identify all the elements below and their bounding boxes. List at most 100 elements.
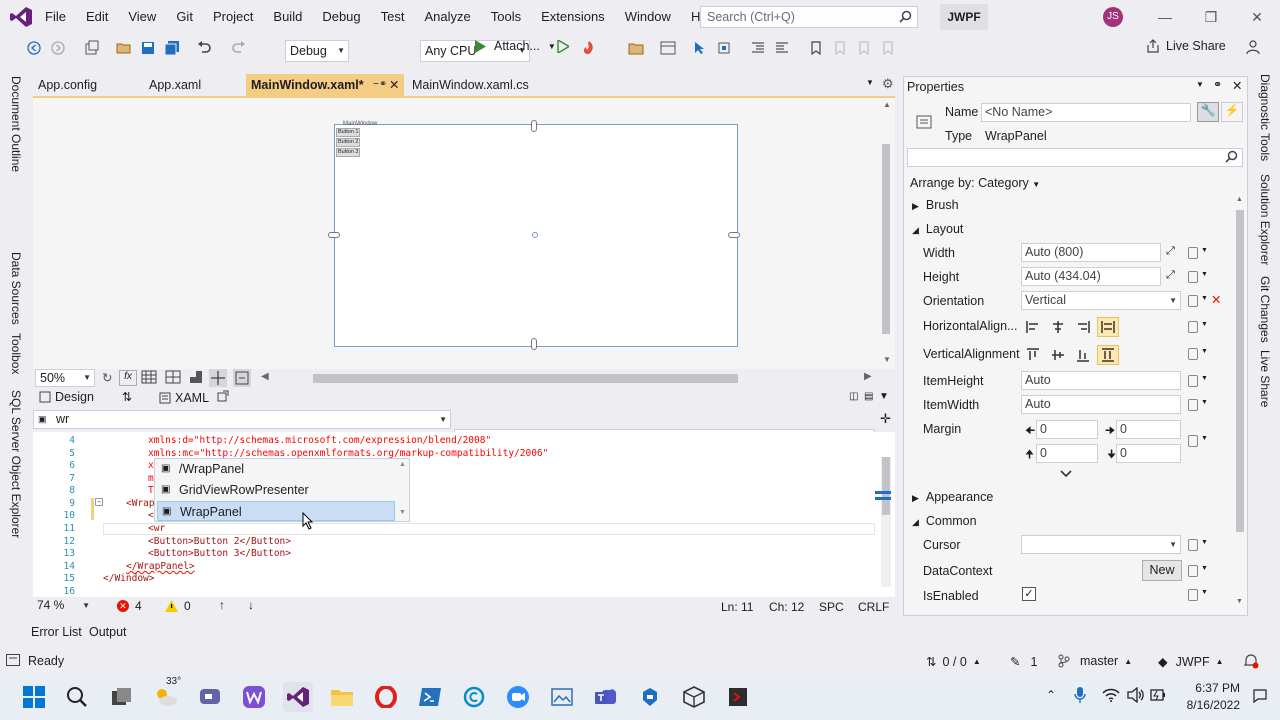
auto-size-icon[interactable]: ⤢	[1166, 269, 1175, 282]
margin-right-input[interactable]: 0	[1116, 420, 1181, 439]
azure-devops-icon[interactable]	[635, 682, 665, 712]
close-button[interactable]: ✕	[1234, 0, 1280, 34]
repository-selector[interactable]: ◆ JWPF ▲	[1158, 654, 1224, 670]
completion-item[interactable]: ▣ GridViewRowPresenter	[157, 480, 395, 500]
tab-sql-server-object-explorer[interactable]: SQL Server Object Explorer	[9, 390, 23, 538]
split-editor-icon[interactable]: ✛	[880, 411, 891, 427]
tab-list-dropdown-icon[interactable]: ▼	[866, 78, 874, 87]
next-bookmark-icon[interactable]	[854, 38, 874, 58]
orientation-select[interactable]: Vertical ▼	[1021, 291, 1181, 310]
tab-live-share[interactable]: Live Share	[1258, 350, 1272, 407]
tab-toolbox[interactable]: Toolbox	[9, 333, 23, 374]
start-without-debug-icon[interactable]	[557, 40, 569, 53]
designer-button-3[interactable]: Button 3	[336, 148, 360, 157]
indent-icon[interactable]	[748, 38, 768, 58]
back-icon[interactable]	[24, 38, 44, 58]
chevron-down-icon[interactable]: ▼	[1201, 321, 1208, 328]
menu-git[interactable]: Git	[166, 0, 203, 34]
reset-value-icon[interactable]: ✕	[1211, 292, 1221, 307]
code-vscrollbar[interactable]	[875, 457, 891, 587]
window-artboard[interactable]: MainWindow Button 1 Button 2 Button 3	[328, 120, 740, 350]
scroll-up-icon[interactable]: ▲	[399, 461, 406, 468]
configuration-select[interactable]: Debug ▼	[285, 40, 349, 62]
tab-git-changes[interactable]: Git Changes	[1258, 276, 1272, 343]
valign-center-icon[interactable]	[1047, 345, 1069, 365]
tab-mainwindow-xaml-cs[interactable]: MainWindow.xaml.cs	[407, 74, 567, 96]
close-panel-icon[interactable]: ✕	[1232, 78, 1242, 93]
microphone-icon[interactable]	[1074, 686, 1086, 704]
task-view-icon[interactable]	[107, 682, 137, 712]
design-tab[interactable]: Design	[39, 390, 94, 404]
editor-zoom-select[interactable]: 74 % ▼	[33, 598, 93, 615]
vs-logo-icon[interactable]	[10, 7, 32, 27]
section-appearance[interactable]: ▶ Appearance	[912, 490, 993, 504]
save-all-icon[interactable]	[162, 38, 182, 58]
layout-icon[interactable]	[658, 38, 678, 58]
scroll-down-icon[interactable]: ▼	[399, 509, 406, 516]
tab-diagnostic-tools[interactable]: Diagnostic Tools	[1258, 74, 1272, 161]
app-c-icon[interactable]	[459, 682, 489, 712]
live-share-button[interactable]: Live Share	[1146, 39, 1226, 53]
hscroll-left-icon[interactable]: ◀	[261, 371, 269, 382]
advanced-options-icon[interactable]	[1188, 321, 1198, 333]
height-input[interactable]: Auto (434.04)	[1021, 267, 1161, 286]
tab-solution-explorer[interactable]: Solution Explorer	[1258, 174, 1272, 265]
branch-selector[interactable]: master ▲	[1058, 654, 1132, 668]
grid-icon[interactable]	[141, 370, 157, 384]
minimize-button[interactable]: —	[1142, 0, 1188, 34]
app-w-icon[interactable]	[239, 682, 269, 712]
menu-tools[interactable]: Tools	[481, 0, 531, 34]
margin-bottom-input[interactable]: 0	[1116, 444, 1181, 463]
valign-stretch-icon[interactable]	[1097, 345, 1119, 365]
source-changes[interactable]: ⇅ 0 / 0 ▲	[926, 654, 981, 670]
advanced-options-icon[interactable]	[1188, 271, 1198, 283]
section-common[interactable]: ◢ Common	[912, 514, 977, 528]
hot-reload-icon[interactable]	[581, 40, 597, 56]
width-input[interactable]: Auto (800)	[1021, 243, 1161, 262]
completion-item-selected[interactable]: ▣ WrapPanel	[157, 501, 395, 521]
right-resize-handle[interactable]	[728, 232, 740, 238]
menu-analyze[interactable]: Analyze	[414, 0, 480, 34]
isenabled-checkbox[interactable]: ✓	[1022, 587, 1036, 601]
designer-button-1[interactable]: Button 1	[336, 128, 360, 137]
collapse-region-icon[interactable]: −	[95, 498, 103, 506]
search-box[interactable]: Search (Ctrl+Q)	[700, 6, 918, 28]
properties-vscrollbar[interactable]: ▲ ▼	[1235, 196, 1245, 608]
microsoft-teams-icon[interactable]	[591, 682, 621, 712]
volume-icon[interactable]	[1127, 687, 1145, 703]
designer-button-2[interactable]: Button 2	[336, 138, 360, 147]
menu-project[interactable]: Project	[203, 0, 263, 34]
fx-icon[interactable]: fx	[119, 370, 137, 386]
new-datacontext-button[interactable]: New	[1142, 560, 1182, 581]
advanced-options-icon[interactable]	[1188, 435, 1198, 447]
new-project-icon[interactable]	[82, 38, 102, 58]
notification-center-icon[interactable]	[1252, 688, 1268, 704]
hscroll-right-icon[interactable]: ▶	[864, 371, 872, 382]
powershell-icon[interactable]	[415, 682, 445, 712]
align-left-icon[interactable]	[1022, 317, 1044, 337]
swap-panes-icon[interactable]: ⇅	[122, 390, 132, 404]
itemheight-input[interactable]: Auto	[1021, 371, 1181, 390]
tab-error-list[interactable]: Error List	[31, 625, 82, 639]
align-stretch-icon[interactable]	[1097, 317, 1119, 337]
designer-vscrollbar[interactable]: ▲ ▼	[881, 100, 891, 364]
cursor-select[interactable]: ▼	[1021, 535, 1181, 554]
taskbar-search-icon[interactable]	[62, 682, 92, 712]
undo-icon[interactable]	[194, 38, 214, 58]
bottom-resize-handle[interactable]	[531, 338, 537, 350]
virtualbox-icon[interactable]	[679, 682, 709, 712]
battery-icon[interactable]	[1150, 687, 1166, 703]
forward-icon[interactable]	[48, 38, 68, 58]
chevron-down-icon[interactable]: ▼	[1201, 399, 1208, 406]
menu-view[interactable]: View	[118, 0, 166, 34]
itemwidth-input[interactable]: Auto	[1021, 395, 1181, 414]
menu-extensions[interactable]: Extensions	[531, 0, 615, 34]
tab-app-config[interactable]: App.config	[33, 74, 143, 96]
snap-grid-icon[interactable]	[165, 370, 181, 384]
align-center-icon[interactable]	[1047, 317, 1069, 337]
margin-top-input[interactable]: 0	[1036, 444, 1098, 463]
chevron-down-icon[interactable]: ▼	[1201, 348, 1208, 355]
advanced-options-icon[interactable]	[1188, 589, 1198, 601]
auto-size-icon[interactable]: ⤢	[1166, 245, 1175, 258]
wifi-icon[interactable]	[1102, 687, 1120, 703]
